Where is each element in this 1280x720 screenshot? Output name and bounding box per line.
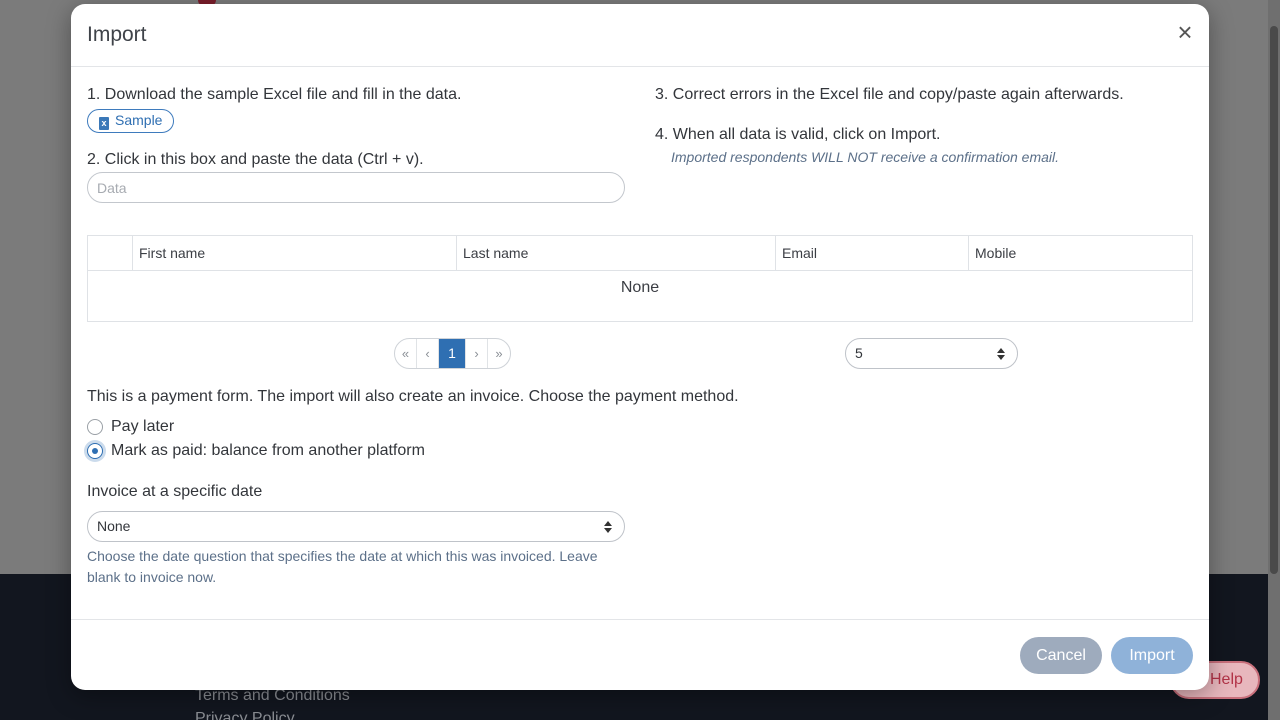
step-1-text: 1. Download the sample Excel file and fi… bbox=[87, 86, 462, 103]
invoice-date-value: None bbox=[97, 518, 131, 534]
payment-info-text: This is a payment form. The import will … bbox=[87, 388, 739, 405]
column-first-name: First name bbox=[132, 236, 456, 270]
page-size-select[interactable]: 5 bbox=[845, 338, 1018, 369]
table-header-index bbox=[88, 236, 132, 270]
import-modal: Import × 1. Download the sample Excel fi… bbox=[71, 4, 1209, 690]
confirmation-email-note: Imported respondents WILL NOT receive a … bbox=[671, 149, 1060, 165]
invoice-date-select[interactable]: None bbox=[87, 511, 625, 542]
page-scrollbar[interactable] bbox=[1268, 0, 1280, 720]
scrollbar-thumb[interactable] bbox=[1270, 26, 1278, 574]
pagination-first[interactable]: « bbox=[395, 339, 417, 368]
step-4-text: 4. When all data is valid, click on Impo… bbox=[655, 126, 941, 143]
pagination-next[interactable]: › bbox=[466, 339, 488, 368]
select-arrows-icon bbox=[997, 348, 1005, 360]
table-header: First name Last name Email Mobile bbox=[88, 236, 1192, 271]
close-icon[interactable]: × bbox=[1175, 19, 1195, 45]
pagination: « ‹ 1 › » bbox=[394, 338, 511, 369]
modal-footer: Cancel Import bbox=[71, 619, 1209, 690]
excel-file-icon: x bbox=[99, 117, 109, 130]
page-size-value: 5 bbox=[855, 345, 863, 361]
radio-label-pay-later: Pay later bbox=[111, 418, 175, 435]
pagination-last[interactable]: » bbox=[488, 339, 510, 368]
column-mobile: Mobile bbox=[968, 236, 1192, 270]
sample-label: Sample bbox=[115, 112, 163, 128]
step-2-text: 2. Click in this box and paste the data … bbox=[87, 151, 424, 168]
invoice-date-label: Invoice at a specific date bbox=[87, 483, 263, 500]
table-empty-message: None bbox=[620, 279, 660, 296]
footer-link-privacy[interactable]: Privacy Policy bbox=[195, 710, 295, 720]
sample-download-button[interactable]: x Sample bbox=[87, 109, 174, 133]
modal-header: Import × bbox=[71, 4, 1209, 67]
select-arrows-icon bbox=[604, 521, 612, 533]
step-3-text: 3. Correct errors in the Excel file and … bbox=[655, 86, 1124, 103]
import-button[interactable]: Import bbox=[1111, 637, 1193, 674]
radio-mark-paid[interactable] bbox=[87, 443, 103, 459]
cancel-button[interactable]: Cancel bbox=[1020, 637, 1102, 674]
modal-title: Import bbox=[87, 23, 147, 46]
import-preview-table: First name Last name Email Mobile None bbox=[87, 235, 1193, 322]
column-last-name: Last name bbox=[456, 236, 775, 270]
pagination-prev[interactable]: ‹ bbox=[417, 339, 439, 368]
invoice-date-help: Choose the date question that specifies … bbox=[87, 548, 598, 585]
radio-pay-later[interactable] bbox=[87, 419, 103, 435]
data-paste-input[interactable] bbox=[87, 172, 625, 203]
radio-label-mark-paid: Mark as paid: balance from another platf… bbox=[111, 442, 425, 459]
column-email: Email bbox=[775, 236, 968, 270]
pagination-current-page[interactable]: 1 bbox=[439, 339, 466, 368]
